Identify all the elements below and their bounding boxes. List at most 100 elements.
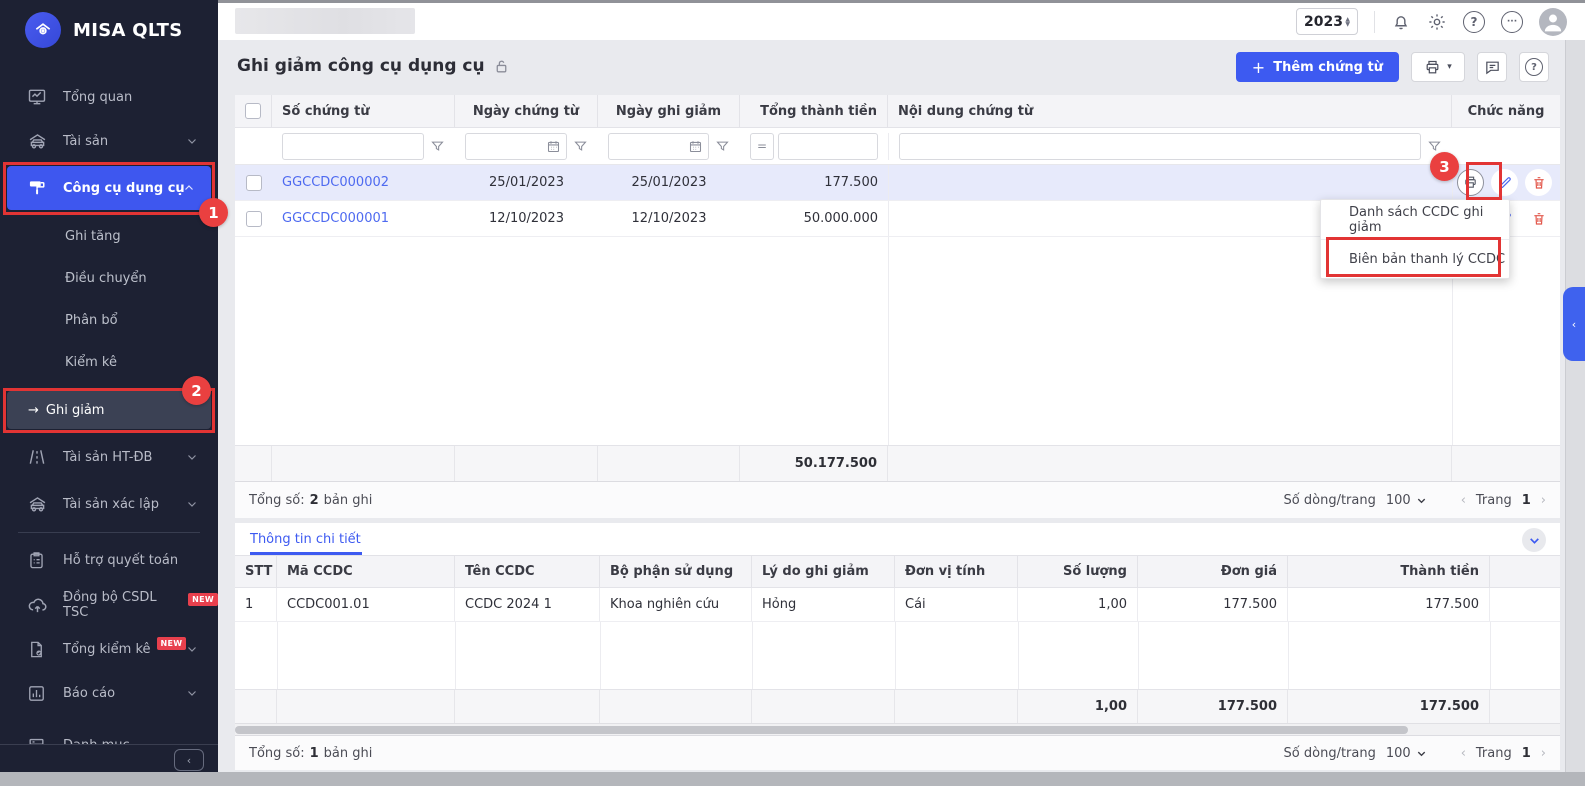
print-context-menu: Danh sách CCDC ghi giảm Biên bản thanh l… xyxy=(1320,199,1510,279)
sidebar-subitem-phan-bo[interactable]: Phân bổ xyxy=(0,306,218,334)
row-delete-button[interactable] xyxy=(1525,169,1552,196)
row-edit-button[interactable] xyxy=(1491,169,1518,196)
select-all-checkbox[interactable] xyxy=(245,103,261,119)
settings-gear-icon[interactable] xyxy=(1427,12,1447,32)
menu-item-danh-sach-ccdc[interactable]: Danh sách CCDC ghi giảm xyxy=(1321,200,1509,239)
detail-horizontal-scrollbar[interactable] xyxy=(235,723,1560,735)
col-so-chung-tu[interactable]: Số chứng từ xyxy=(272,95,455,127)
col-ngay-chung-tu[interactable]: Ngày chứng từ xyxy=(455,95,598,127)
annotation-badge-1: 1 xyxy=(199,198,228,227)
user-avatar[interactable] xyxy=(1539,8,1567,36)
scrollbar-thumb[interactable] xyxy=(235,726,1408,734)
document-link[interactable]: GGCCDC000001 xyxy=(282,211,389,226)
sidebar-item-tong-quan[interactable]: Tổng quan xyxy=(0,80,218,114)
total-count-value: 2 xyxy=(310,493,319,508)
document-link[interactable]: GGCCDC000002 xyxy=(282,175,389,190)
plus-icon: + xyxy=(1252,58,1265,77)
vertical-scroll-track[interactable] xyxy=(1565,40,1585,772)
col-don-vi-tinh[interactable]: Đơn vị tính xyxy=(895,556,1018,587)
print-toolbar-button[interactable]: ▾ xyxy=(1411,52,1465,82)
sidebar-subitem-ghi-tang[interactable]: Ghi tăng xyxy=(0,222,218,250)
col-thanh-tien[interactable]: Thành tiền xyxy=(1288,556,1490,587)
table-row[interactable]: GGCCDC000002 25/01/2023 25/01/2023 177.5… xyxy=(235,165,1560,201)
filter-funnel-icon[interactable] xyxy=(573,139,588,154)
add-document-button[interactable]: + Thêm chứng từ xyxy=(1236,52,1399,82)
col-so-luong[interactable]: Số lượng xyxy=(1018,556,1138,587)
filter-input-ngay-chung-tu[interactable] xyxy=(465,133,567,160)
sidebar-item-bao-cao[interactable]: Báo cáo xyxy=(0,676,218,710)
topbar: 2023 ▲▼ ? ··· xyxy=(218,3,1585,40)
sidebar-subitem-ghi-giam[interactable]: → Ghi giảm xyxy=(7,391,211,429)
rows-per-page-label: Số dòng/trang xyxy=(1284,493,1376,508)
page-title: Ghi giảm công cụ dụng cụ xyxy=(237,56,485,76)
guide-help-button[interactable]: ? xyxy=(1519,52,1549,82)
sidebar-item-dong-bo-csdl-tsc[interactable]: Đồng bộ CSDL TSC NEW xyxy=(0,588,218,622)
col-noi-dung[interactable]: Nội dung chứng từ xyxy=(888,95,1452,127)
sidebar-label: Tổng quan xyxy=(63,90,132,105)
tab-active-underline xyxy=(250,552,362,555)
rows-per-page-value: 100 xyxy=(1386,746,1411,761)
filter-funnel-icon[interactable] xyxy=(1427,139,1442,154)
rows-per-page-select[interactable]: 100 xyxy=(1386,746,1427,761)
row-delete-button[interactable] xyxy=(1525,205,1552,232)
new-badge: NEW xyxy=(188,593,218,606)
sidebar-subitem-kiem-ke[interactable]: Kiểm kê xyxy=(0,348,218,376)
next-page-button[interactable]: › xyxy=(1541,493,1546,508)
menu-item-bien-ban-thanh-ly[interactable]: Biên bản thanh lý CCDC xyxy=(1321,239,1509,278)
grid-filter-row: = xyxy=(235,128,1560,165)
col-ma-ccdc[interactable]: Mã CCDC xyxy=(277,556,455,587)
col-ngay-ghi-giam[interactable]: Ngày ghi giảm xyxy=(598,95,740,127)
filter-input-noi-dung[interactable] xyxy=(899,133,1421,160)
sidebar-footer: ‹ xyxy=(0,744,218,772)
detail-collapse-button[interactable] xyxy=(1522,528,1546,552)
filter-input-ngay-ghi-giam[interactable] xyxy=(608,133,709,160)
filter-input-tong-thanh-tien[interactable] xyxy=(778,133,878,160)
sidebar-collapse-button[interactable]: ‹ xyxy=(174,749,204,771)
collapse-left-icon: ‹ xyxy=(187,754,191,767)
sidebar-item-tai-san[interactable]: Tài sản xyxy=(0,124,218,158)
asset-establish-icon xyxy=(27,494,49,515)
rows-per-page-select[interactable]: 100 xyxy=(1386,493,1427,508)
more-options-icon[interactable]: ··· xyxy=(1501,11,1523,33)
filter-input-so-chung-tu[interactable] xyxy=(282,133,424,160)
sidebar-item-tai-san-xac-lap[interactable]: Tài sản xác lập xyxy=(0,487,218,521)
spinner-icon[interactable]: ▲▼ xyxy=(1345,17,1350,27)
row-checkbox[interactable] xyxy=(246,175,262,191)
horizontal-scroll-strip[interactable] xyxy=(0,772,1585,786)
calendar-icon[interactable] xyxy=(546,139,561,154)
col-don-gia[interactable]: Đơn giá xyxy=(1138,556,1288,587)
prev-page-button[interactable]: ‹ xyxy=(1461,493,1466,508)
tab-thong-tin-chi-tiet[interactable]: Thông tin chi tiết xyxy=(250,532,361,547)
calendar-icon[interactable] xyxy=(688,139,703,154)
col-ten-ccdc[interactable]: Tên CCDC xyxy=(455,556,600,587)
col-tong-thanh-tien[interactable]: Tổng thành tiền xyxy=(740,95,888,127)
sidebar-item-tai-san-ht-db[interactable]: Tài sản HT-ĐB xyxy=(0,440,218,474)
total-count-value: 1 xyxy=(310,746,319,761)
topbar-divider xyxy=(1374,11,1375,33)
side-panel-toggle[interactable]: ‹ xyxy=(1563,287,1585,361)
chevron-up-icon xyxy=(183,182,195,194)
subitem-label: Kiểm kê xyxy=(65,355,117,370)
help-icon[interactable]: ? xyxy=(1463,11,1485,33)
fiscal-year-selector[interactable]: 2023 ▲▼ xyxy=(1296,8,1358,35)
notification-bell-icon[interactable] xyxy=(1391,12,1411,32)
feedback-button[interactable] xyxy=(1477,52,1507,82)
row-checkbox[interactable] xyxy=(246,211,262,227)
next-page-button[interactable]: › xyxy=(1541,746,1546,761)
sidebar-subitem-dieu-chuyen[interactable]: Điều chuyển xyxy=(0,264,218,292)
filter-funnel-icon[interactable] xyxy=(430,139,445,154)
sidebar-item-tong-kiem-ke[interactable]: Tổng kiểm kê NEW xyxy=(0,632,218,666)
col-ly-do[interactable]: Lý do ghi giảm xyxy=(752,556,895,587)
filter-operator-equals[interactable]: = xyxy=(750,133,774,160)
grand-total-value: 50.177.500 xyxy=(740,446,888,481)
document-grid: Số chứng từ Ngày chứng từ Ngày ghi giảm … xyxy=(235,95,1560,518)
prev-page-button[interactable]: ‹ xyxy=(1461,746,1466,761)
sidebar-item-cong-cu-dung-cu[interactable]: Công cụ dụng cụ xyxy=(7,166,211,210)
row-print-button[interactable] xyxy=(1457,169,1484,196)
filter-funnel-icon[interactable] xyxy=(715,139,730,154)
sidebar-label: Tài sản HT-ĐB xyxy=(63,450,152,465)
detail-row[interactable]: 1 CCDC001.01 CCDC 2024 1 Khoa nghiên cứu… xyxy=(235,588,1560,622)
sidebar-item-ho-tro-quyet-toan[interactable]: Hỗ trợ quyết toán xyxy=(0,543,218,577)
col-bo-phan[interactable]: Bộ phận sử dụng xyxy=(600,556,752,587)
page-value: 1 xyxy=(1522,493,1531,508)
